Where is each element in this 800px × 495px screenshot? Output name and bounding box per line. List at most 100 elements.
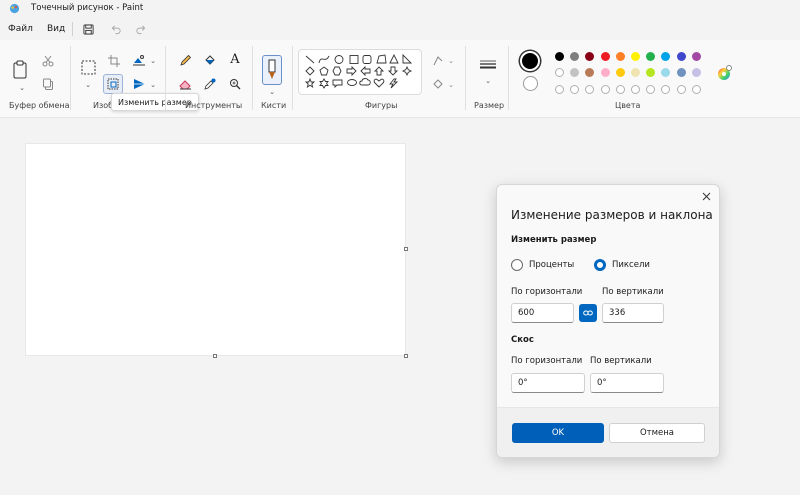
- color-swatch[interactable]: [691, 52, 701, 61]
- six-point-star-shape-icon: [319, 78, 329, 89]
- color-swatch[interactable]: [615, 68, 625, 77]
- height-input[interactable]: [602, 303, 664, 323]
- crop-icon[interactable]: [106, 53, 122, 69]
- color-swatch[interactable]: [615, 52, 625, 61]
- triangle-shape-icon: [389, 53, 399, 64]
- up-arrow-shape-icon: [373, 66, 385, 76]
- resize-icon[interactable]: [103, 74, 123, 94]
- color-swatch[interactable]: [585, 52, 595, 61]
- right-arrow-shape-icon: [346, 65, 357, 77]
- brushes-button[interactable]: [262, 55, 282, 85]
- paste-icon[interactable]: [11, 59, 29, 81]
- shape-fill-chevron-icon[interactable]: ⌄: [443, 77, 459, 93]
- brushes-chevron-icon[interactable]: ⌄: [264, 84, 280, 100]
- color-swatch[interactable]: [661, 68, 671, 77]
- color-swatch[interactable]: [585, 68, 595, 77]
- skew-vertical-label: По вертикали: [590, 356, 652, 366]
- canvas-resize-handle-bottom[interactable]: [213, 354, 217, 358]
- color-swatch[interactable]: [570, 68, 580, 77]
- oval-shape-icon: [334, 55, 344, 64]
- stroke-size-icon[interactable]: [478, 58, 498, 72]
- custom-color-slot[interactable]: [615, 85, 625, 94]
- custom-color-slot[interactable]: [691, 85, 701, 94]
- custom-color-slot[interactable]: [585, 85, 595, 94]
- down-arrow-shape-icon: [387, 66, 399, 76]
- save-icon[interactable]: [80, 21, 96, 37]
- color-swatch[interactable]: [600, 52, 610, 61]
- custom-color-slot[interactable]: [555, 85, 564, 94]
- maintain-aspect-ratio-button[interactable]: [579, 304, 597, 322]
- ok-button[interactable]: OK: [512, 423, 604, 443]
- remove-background-chevron-icon[interactable]: ⌄: [145, 53, 161, 69]
- color-swatch[interactable]: [570, 52, 580, 61]
- select-icon[interactable]: [80, 59, 96, 75]
- edit-colors-icon[interactable]: [715, 64, 733, 82]
- canvas-resize-handle-right[interactable]: [404, 247, 408, 251]
- shapes-grid[interactable]: [299, 50, 423, 96]
- callout-oval-shape-icon: [347, 79, 357, 86]
- menu-file[interactable]: Файл: [4, 24, 37, 34]
- custom-color-slot[interactable]: [600, 85, 610, 94]
- custom-color-slot[interactable]: [570, 85, 580, 94]
- color-swatch[interactable]: [676, 68, 686, 77]
- pixels-radio[interactable]: [594, 259, 606, 271]
- custom-color-slot[interactable]: [676, 85, 686, 94]
- color-swatch[interactable]: [555, 68, 564, 77]
- fill-icon[interactable]: [202, 52, 218, 68]
- copy-icon[interactable]: [40, 76, 56, 92]
- five-point-star-shape-icon: [304, 77, 316, 89]
- text-icon[interactable]: A: [227, 51, 243, 67]
- stroke-size-chevron-icon[interactable]: ⌄: [480, 73, 496, 89]
- window-title: Точечный рисунок - Paint: [31, 3, 144, 13]
- percent-radio-label: Проценты: [529, 260, 575, 270]
- color-swatch[interactable]: [646, 52, 656, 61]
- cut-icon[interactable]: [40, 53, 56, 69]
- paste-chevron-icon[interactable]: ⌄: [14, 80, 30, 96]
- close-icon[interactable]: [699, 189, 713, 203]
- color-swatch[interactable]: [691, 68, 701, 77]
- eraser-icon[interactable]: [177, 76, 193, 92]
- cancel-button[interactable]: Отмена: [609, 423, 705, 443]
- color-swatch[interactable]: [646, 68, 656, 77]
- pencil-icon[interactable]: [177, 52, 193, 68]
- canvas-resize-handle-corner[interactable]: [404, 354, 408, 358]
- menu-view[interactable]: Вид: [43, 24, 69, 34]
- select-chevron-icon[interactable]: ⌄: [80, 77, 96, 93]
- drawing-canvas[interactable]: [25, 143, 406, 356]
- undo-icon[interactable]: [108, 21, 124, 37]
- rotate-chevron-icon[interactable]: ⌄: [145, 77, 161, 93]
- color-swatch[interactable]: [631, 52, 640, 61]
- group-label-size: Размер: [474, 101, 505, 110]
- right-triangle-shape-icon: [402, 53, 413, 64]
- width-input[interactable]: [511, 303, 574, 323]
- color-swatch[interactable]: [676, 52, 686, 61]
- rounded-rectangle-shape-icon: [362, 55, 372, 64]
- menu-separator: [72, 22, 73, 36]
- group-separator: [252, 46, 253, 110]
- skew-horizontal-input[interactable]: [511, 373, 585, 393]
- redo-icon[interactable]: [132, 21, 148, 37]
- custom-color-slot[interactable]: [646, 85, 656, 94]
- polygon-shape-icon: [376, 54, 387, 64]
- primary-color-swatch[interactable]: [520, 51, 540, 71]
- color-picker-icon[interactable]: [202, 76, 218, 92]
- percent-radio[interactable]: [511, 259, 523, 271]
- custom-color-slot[interactable]: [661, 85, 671, 94]
- callout-rect-shape-icon: [332, 79, 343, 89]
- skew-vertical-input[interactable]: [590, 373, 664, 393]
- secondary-color-swatch[interactable]: [523, 76, 538, 91]
- outline-chevron-icon[interactable]: ⌄: [443, 53, 459, 69]
- color-swatch[interactable]: [555, 52, 564, 61]
- line-shape-icon: [305, 55, 315, 64]
- ribbon: ⌄ Буфер обмена ⌄ ⌄ ⌄ Изоб Изменить разме…: [0, 40, 800, 118]
- color-swatch[interactable]: [600, 68, 610, 77]
- custom-color-slot[interactable]: [631, 85, 640, 94]
- color-swatch[interactable]: [631, 68, 640, 77]
- group-label-tools: Инструменты: [185, 101, 243, 110]
- pixels-radio-label: Пиксели: [612, 260, 650, 270]
- resize-section-heading: Изменить размер: [511, 235, 597, 245]
- magnifier-icon[interactable]: [227, 76, 243, 92]
- title-bar: Точечный рисунок - Paint: [0, 0, 800, 16]
- color-swatch[interactable]: [661, 52, 671, 61]
- shapes-gallery: [298, 49, 422, 95]
